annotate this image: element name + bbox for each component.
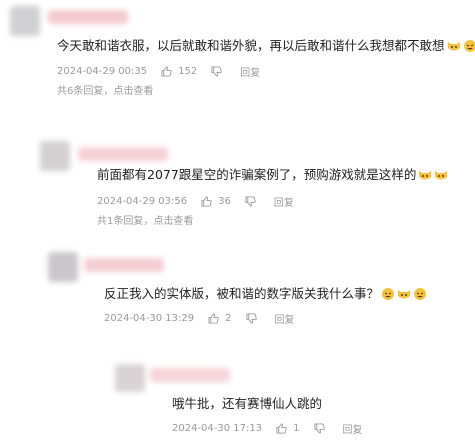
comment-text: 反正我入的实体版，被和谐的数字版关我什么事？ (104, 286, 427, 305)
comment-meta: 2024-04-30 17:13 1 回复 (172, 421, 377, 436)
like-button[interactable]: 36 (201, 196, 231, 207)
timestamp: 2024-04-30 13:29 (104, 313, 195, 324)
dislike-button[interactable] (245, 196, 260, 207)
thumbs-up-icon (208, 313, 219, 324)
dislike-button[interactable] (245, 313, 261, 324)
comment-meta: 2024-04-29 00:35 152 回复 (57, 64, 274, 79)
thumbs-down-icon (245, 313, 257, 324)
username[interactable] (78, 147, 168, 161)
laughing-face-icon (463, 39, 475, 57)
comment-text-body: 哦牛批，还有赛博仙人跳的 (172, 396, 323, 411)
comment-text: 前面都有2077跟星空的诈骗案例了，预购游戏就是这样的 (97, 167, 448, 186)
comment-text-body: 反正我入的实体版，被和谐的数字版关我什么事？ (104, 286, 380, 301)
avatar[interactable] (10, 6, 40, 36)
comment-text: 今天敢和谐衣服，以后就敢和谐外貌，再以后敢和谐什么我想都不敢想 (57, 38, 475, 57)
dislike-button[interactable] (313, 423, 329, 434)
thumbs-up-icon (161, 66, 172, 77)
thumbs-up-icon (276, 423, 287, 434)
view-replies-link[interactable]: 共6条回复，点击查看 (57, 82, 153, 97)
thumbs-down-icon (211, 66, 222, 77)
timestamp: 2024-04-29 00:35 (57, 66, 148, 77)
avatar[interactable] (48, 252, 78, 282)
cat-face-icon (397, 287, 411, 305)
timestamp: 2024-04-30 17:13 (172, 423, 263, 434)
timestamp: 2024-04-29 03:56 (97, 196, 188, 207)
like-button[interactable]: 2 (208, 313, 232, 324)
cat-face-icon (434, 168, 448, 186)
like-count: 2 (225, 313, 232, 324)
avatar[interactable] (115, 364, 145, 392)
avatar[interactable] (40, 141, 70, 171)
reply-button[interactable]: 回复 (275, 311, 295, 326)
username[interactable] (150, 368, 230, 382)
view-replies-link[interactable]: 共1条回复，点击查看 (97, 212, 193, 227)
cat-face-icon (447, 39, 461, 57)
thumbs-down-icon (245, 196, 256, 207)
thumbs-up-icon (201, 196, 212, 207)
comment-text: 哦牛批，还有赛博仙人跳的 (172, 396, 322, 412)
reply-button[interactable]: 回复 (240, 64, 260, 79)
cat-face-icon (418, 168, 432, 186)
like-button[interactable]: 1 (276, 423, 300, 434)
comment-meta: 2024-04-29 03:56 36 回复 (97, 194, 308, 209)
comment-meta: 2024-04-30 13:29 2 回复 (104, 311, 309, 326)
like-count: 152 (178, 66, 198, 77)
dislike-button[interactable] (211, 66, 226, 77)
like-count: 36 (218, 196, 231, 207)
like-button[interactable]: 152 (161, 66, 197, 77)
thumbs-down-icon (313, 423, 325, 434)
reply-button[interactable]: 回复 (343, 421, 363, 436)
username[interactable] (48, 10, 128, 24)
laughing-face-icon (413, 287, 427, 305)
like-count: 1 (293, 423, 300, 434)
comment-text-body: 今天敢和谐衣服，以后就敢和谐外貌，再以后敢和谐什么我想都不敢想 (57, 38, 445, 53)
reply-button[interactable]: 回复 (274, 194, 294, 209)
comment-text-body: 前面都有2077跟星空的诈骗案例了，预购游戏就是这样的 (97, 167, 417, 182)
laughing-face-icon (381, 287, 395, 305)
username[interactable] (84, 258, 164, 272)
